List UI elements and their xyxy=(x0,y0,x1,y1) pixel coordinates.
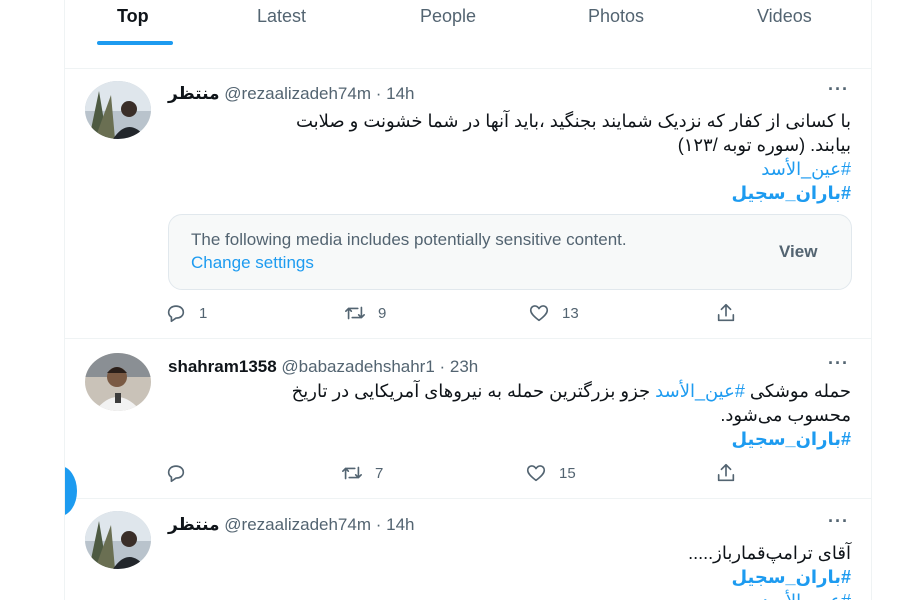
reply-count: 1 xyxy=(199,304,208,322)
tweet-text-segment: حمله موشکی xyxy=(744,381,851,401)
handle-and-time[interactable]: @babazadehshahr1 · 23h xyxy=(281,357,478,376)
tab-photos[interactable]: Photos xyxy=(588,6,644,27)
retweet-icon xyxy=(345,306,365,320)
tweet-line: بیابند. (سوره توبه /۱۲۳) xyxy=(677,135,851,155)
tab-videos[interactable]: Videos xyxy=(757,6,812,27)
display-name[interactable]: منتظر xyxy=(168,515,220,534)
change-settings-link[interactable]: Change settings xyxy=(191,253,314,273)
tweet-line: محسوب می‌شود. xyxy=(720,405,851,425)
avatar[interactable] xyxy=(85,81,151,139)
display-name[interactable]: منتظر xyxy=(168,84,220,103)
tweet-actions: 7 15 xyxy=(165,462,845,484)
avatar[interactable] xyxy=(85,353,151,411)
like-button[interactable]: 13 xyxy=(528,302,579,324)
sensitive-media-warning: The following media includes potentially… xyxy=(168,214,852,290)
tweet-text-segment: جزو بزرگترین حمله به نیروهای آمریکایی در… xyxy=(291,381,656,401)
hashtag-link[interactable]: #عين_الأسد xyxy=(761,591,851,600)
like-count: 15 xyxy=(559,464,576,482)
retweet-icon xyxy=(342,466,362,480)
tweet-header: shahram1358 @babazadehshahr1 · 23h xyxy=(168,357,478,377)
hashtag-link[interactable]: #عين_الأسد xyxy=(761,159,851,179)
view-button[interactable]: View xyxy=(779,242,817,262)
share-button[interactable] xyxy=(715,302,737,324)
hashtag-link[interactable]: #باران_سجیل xyxy=(731,183,851,203)
search-timeline: Top Latest People Photos Videos Promoted… xyxy=(64,0,872,600)
share-button[interactable] xyxy=(715,462,737,484)
reply-icon xyxy=(167,305,185,323)
tweet[interactable]: منتظر @rezaalizadeh74m · 14h ··· با کسان… xyxy=(65,68,871,338)
retweet-count: 9 xyxy=(378,304,387,322)
tweet-line: آقای ترامپ‌قمارباز..... xyxy=(688,543,851,563)
avatar-photo xyxy=(85,511,151,569)
tweet-line: با کسانی از کفار که نزدیک شمایند بجنگید … xyxy=(295,111,851,131)
tweet-actions: 1 9 13 xyxy=(165,302,845,324)
more-icon[interactable]: ··· xyxy=(828,511,849,532)
hashtag-link[interactable]: #باران_سجیل xyxy=(731,429,851,449)
share-icon xyxy=(717,463,735,482)
search-tabs: Top Latest People Photos Videos xyxy=(65,0,871,48)
tweet-header: منتظر @rezaalizadeh74m · 14h xyxy=(168,515,414,535)
avatar-photo xyxy=(85,353,151,411)
active-tab-indicator xyxy=(97,41,173,45)
tweet-header: منتظر @rezaalizadeh74m · 14h xyxy=(168,84,414,104)
more-icon[interactable]: ··· xyxy=(828,353,849,374)
share-icon xyxy=(717,303,735,322)
more-icon[interactable]: ··· xyxy=(828,79,849,100)
hashtag-link[interactable]: #عين_الأسد xyxy=(655,381,745,401)
like-icon xyxy=(529,305,549,322)
retweet-button[interactable]: 9 xyxy=(344,302,386,324)
tab-people[interactable]: People xyxy=(420,6,476,27)
avatar-photo xyxy=(85,81,151,139)
tweet-text: حمله موشکی #عين_الأسد جزو بزرگترین حمله … xyxy=(165,379,851,451)
tab-latest[interactable]: Latest xyxy=(257,6,306,27)
tab-top[interactable]: Top xyxy=(117,6,149,27)
like-icon xyxy=(526,465,546,482)
tweet[interactable]: منتظر @rezaalizadeh74m · 14h ··· آقای تر… xyxy=(65,498,871,600)
handle-and-time[interactable]: @rezaalizadeh74m · 14h xyxy=(224,515,414,534)
reply-icon xyxy=(167,465,185,483)
sensitive-warning-text: The following media includes potentially… xyxy=(191,230,627,249)
retweet-count: 7 xyxy=(375,464,384,482)
avatar[interactable] xyxy=(85,511,151,569)
tweet-text: آقای ترامپ‌قمارباز..... #باران_سجیل #عين… xyxy=(165,541,851,600)
like-button[interactable]: 15 xyxy=(525,462,576,484)
retweet-button[interactable]: 7 xyxy=(341,462,383,484)
hashtag-link[interactable]: #باران_سجیل xyxy=(731,567,851,587)
display-name[interactable]: shahram1358 xyxy=(168,357,277,376)
handle-and-time[interactable]: @rezaalizadeh74m · 14h xyxy=(224,84,414,103)
like-count: 13 xyxy=(562,304,579,322)
reply-button[interactable]: 1 xyxy=(165,302,207,324)
tweet[interactable]: shahram1358 @babazadehshahr1 · 23h ··· ح… xyxy=(65,338,871,498)
tweet-text: با کسانی از کفار که نزدیک شمایند بجنگید … xyxy=(165,109,851,205)
reply-button[interactable] xyxy=(165,462,199,484)
